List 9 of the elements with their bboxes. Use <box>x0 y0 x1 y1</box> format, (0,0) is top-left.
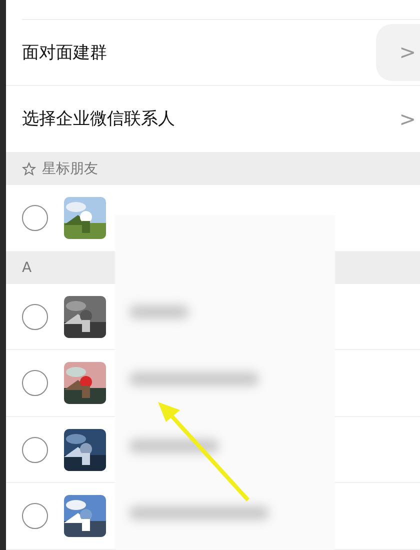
select-circle[interactable] <box>22 503 48 530</box>
section-title: A <box>22 260 32 276</box>
select-circle[interactable] <box>22 436 48 463</box>
select-circle[interactable] <box>22 304 48 330</box>
select-circle[interactable] <box>22 204 48 231</box>
menu-item-label[interactable]: 面对面建群 <box>22 40 107 64</box>
menu-item-label[interactable]: 选择企业微信联系人 <box>22 107 175 130</box>
section-title: 星标朋友 <box>42 160 98 178</box>
select-circle[interactable] <box>22 370 48 396</box>
